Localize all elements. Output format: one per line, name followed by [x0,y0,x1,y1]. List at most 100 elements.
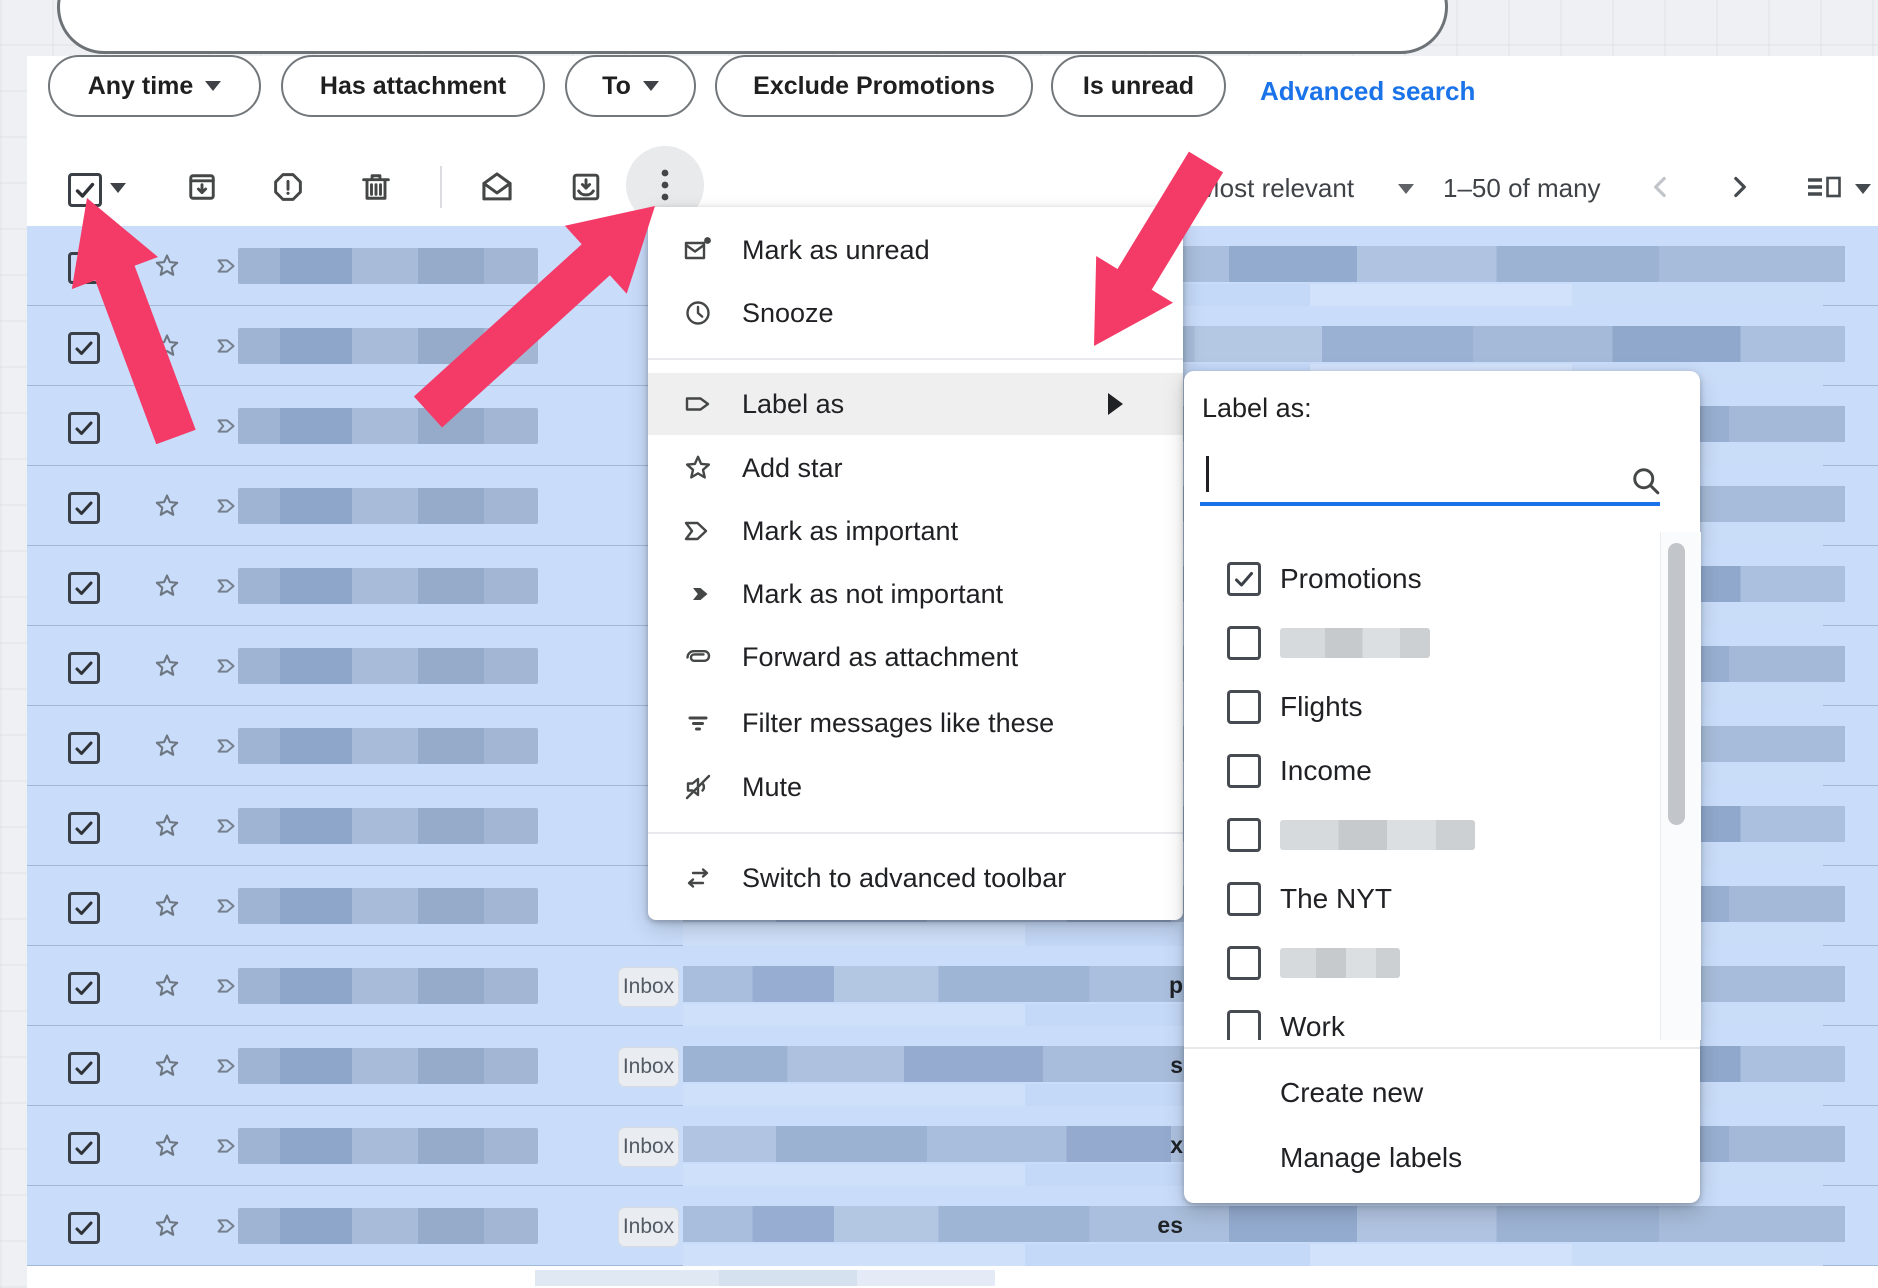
redacted-snippet [683,1244,1823,1266]
checkbox-icon[interactable] [1227,946,1261,980]
star-icon[interactable] [152,411,182,441]
star-icon[interactable] [152,1051,182,1081]
star-icon [682,452,714,484]
checkbox-icon[interactable] [1227,882,1261,916]
label-row-the-nyt[interactable]: The NYT [1184,867,1660,931]
filter-chip-is-unread[interactable]: Is unread [1051,55,1226,117]
chip-label: Any time [88,72,194,101]
chip-label: Exclude Promotions [753,72,995,101]
star-icon[interactable] [152,1211,182,1241]
mark-unread-icon [682,234,714,266]
move-to-inbox-icon[interactable] [566,167,606,207]
row-checkbox-checked[interactable] [68,572,100,604]
menu-item-filter-messages[interactable]: Filter messages like these [648,695,1183,751]
chevron-left-icon[interactable] [1644,170,1678,204]
important-icon [682,515,714,547]
manage-labels-button[interactable]: Manage labels [1280,1130,1462,1186]
menu-item-switch-toolbar[interactable]: Switch to advanced toolbar [648,850,1183,906]
checkbox-icon[interactable] [1227,1010,1261,1040]
checkbox-icon[interactable] [1227,818,1261,852]
label-row-work[interactable]: Work [1184,995,1660,1040]
archive-icon[interactable] [182,167,222,207]
submenu-arrow-icon [1108,393,1123,415]
label-row-flights[interactable]: Flights [1184,675,1660,739]
label-row-promotions[interactable]: Promotions [1184,547,1660,611]
menu-item-snooze[interactable]: Snooze [648,285,1183,341]
select-all-checkbox[interactable] [68,173,102,207]
row-checkbox-checked[interactable] [68,1132,100,1164]
star-icon[interactable] [152,891,182,921]
star-icon[interactable] [152,651,182,681]
star-icon[interactable] [152,1131,182,1161]
label-as-menu: Label as: Promotions Flights I [1184,371,1700,1203]
redacted-sender [238,1048,538,1084]
chevron-right-icon[interactable] [1722,170,1756,204]
star-icon[interactable] [152,731,182,761]
sort-selector[interactable]: Most relevant [1198,173,1354,204]
pagination-count: 1–50 of many [1443,173,1601,204]
redacted-text [1280,820,1475,850]
filter-chip-to[interactable]: To [565,55,696,117]
report-spam-icon[interactable] [268,167,308,207]
switch-arrows-icon [682,862,714,894]
menu-item-mark-as-not-important[interactable]: Mark as not important [648,566,1183,622]
scrollbar-thumb[interactable] [1668,543,1685,825]
inbox-label-badge: Inbox [618,1127,679,1167]
checkbox-icon[interactable] [1227,690,1261,724]
advanced-search-link[interactable]: Advanced search [1260,76,1475,107]
filter-chip-any-time[interactable]: Any time [48,55,261,117]
search-input[interactable] [1200,502,1660,506]
menu-item-forward-as-attachment[interactable]: Forward as attachment [648,629,1183,685]
star-icon[interactable] [152,251,182,281]
label-row-redacted[interactable] [1184,803,1660,867]
menu-item-mark-as-unread[interactable]: Mark as unread [648,222,1183,278]
menu-item-mute[interactable]: Mute [648,759,1183,815]
menu-item-mark-as-important[interactable]: Mark as important [648,503,1183,559]
delete-icon[interactable] [356,167,396,207]
label-menu-title: Label as: [1202,393,1312,424]
mark-as-read-icon[interactable] [477,167,517,207]
star-icon[interactable] [152,571,182,601]
chip-label: Is unread [1083,72,1194,101]
star-icon[interactable] [152,971,182,1001]
row-checkbox-checked[interactable] [68,492,100,524]
checkbox-icon[interactable] [1227,626,1261,660]
checkbox-icon[interactable] [1227,754,1261,788]
row-checkbox-checked[interactable] [68,812,100,844]
redacted-sender [238,808,538,844]
label-row-redacted[interactable] [1184,611,1660,675]
menu-item-add-star[interactable]: Add star [648,440,1183,496]
label-row-redacted[interactable] [1184,931,1660,995]
row-checkbox-checked[interactable] [68,732,100,764]
row-checkbox-checked[interactable] [68,412,100,444]
row-checkbox-checked[interactable] [68,1212,100,1244]
filter-chip-has-attachment[interactable]: Has attachment [281,55,545,117]
search-icon[interactable] [1628,463,1664,499]
split-view-icon[interactable] [1806,171,1846,203]
clock-icon [682,297,714,329]
chevron-down-icon [643,81,659,91]
row-checkbox-checked[interactable] [68,332,100,364]
gmail-search-results-screen: Any time Has attachment To Exclude Promo… [0,0,1878,1288]
create-new-label-button[interactable]: Create new [1280,1065,1423,1121]
label-row-income[interactable]: Income [1184,739,1660,803]
toolbar-divider [440,166,442,208]
star-icon[interactable] [152,491,182,521]
row-checkbox-checked[interactable] [68,252,100,284]
select-dropdown-icon[interactable] [110,183,126,193]
row-checkbox-checked[interactable] [68,972,100,1004]
label-icon [682,388,714,420]
view-dropdown-icon[interactable] [1855,184,1871,194]
row-checkbox-checked[interactable] [68,652,100,684]
star-icon[interactable] [152,331,182,361]
row-checkbox-checked[interactable] [68,1052,100,1084]
star-icon[interactable] [152,811,182,841]
menu-item-label-as[interactable]: Label as [648,373,1183,435]
sort-dropdown-icon[interactable] [1398,184,1414,194]
attachment-icon [682,641,714,673]
search-bar[interactable] [57,0,1448,54]
filter-chip-exclude-promotions[interactable]: Exclude Promotions [715,55,1033,117]
redacted-sender [238,488,538,524]
checkbox-checked-icon[interactable] [1227,562,1261,596]
row-checkbox-checked[interactable] [68,892,100,924]
